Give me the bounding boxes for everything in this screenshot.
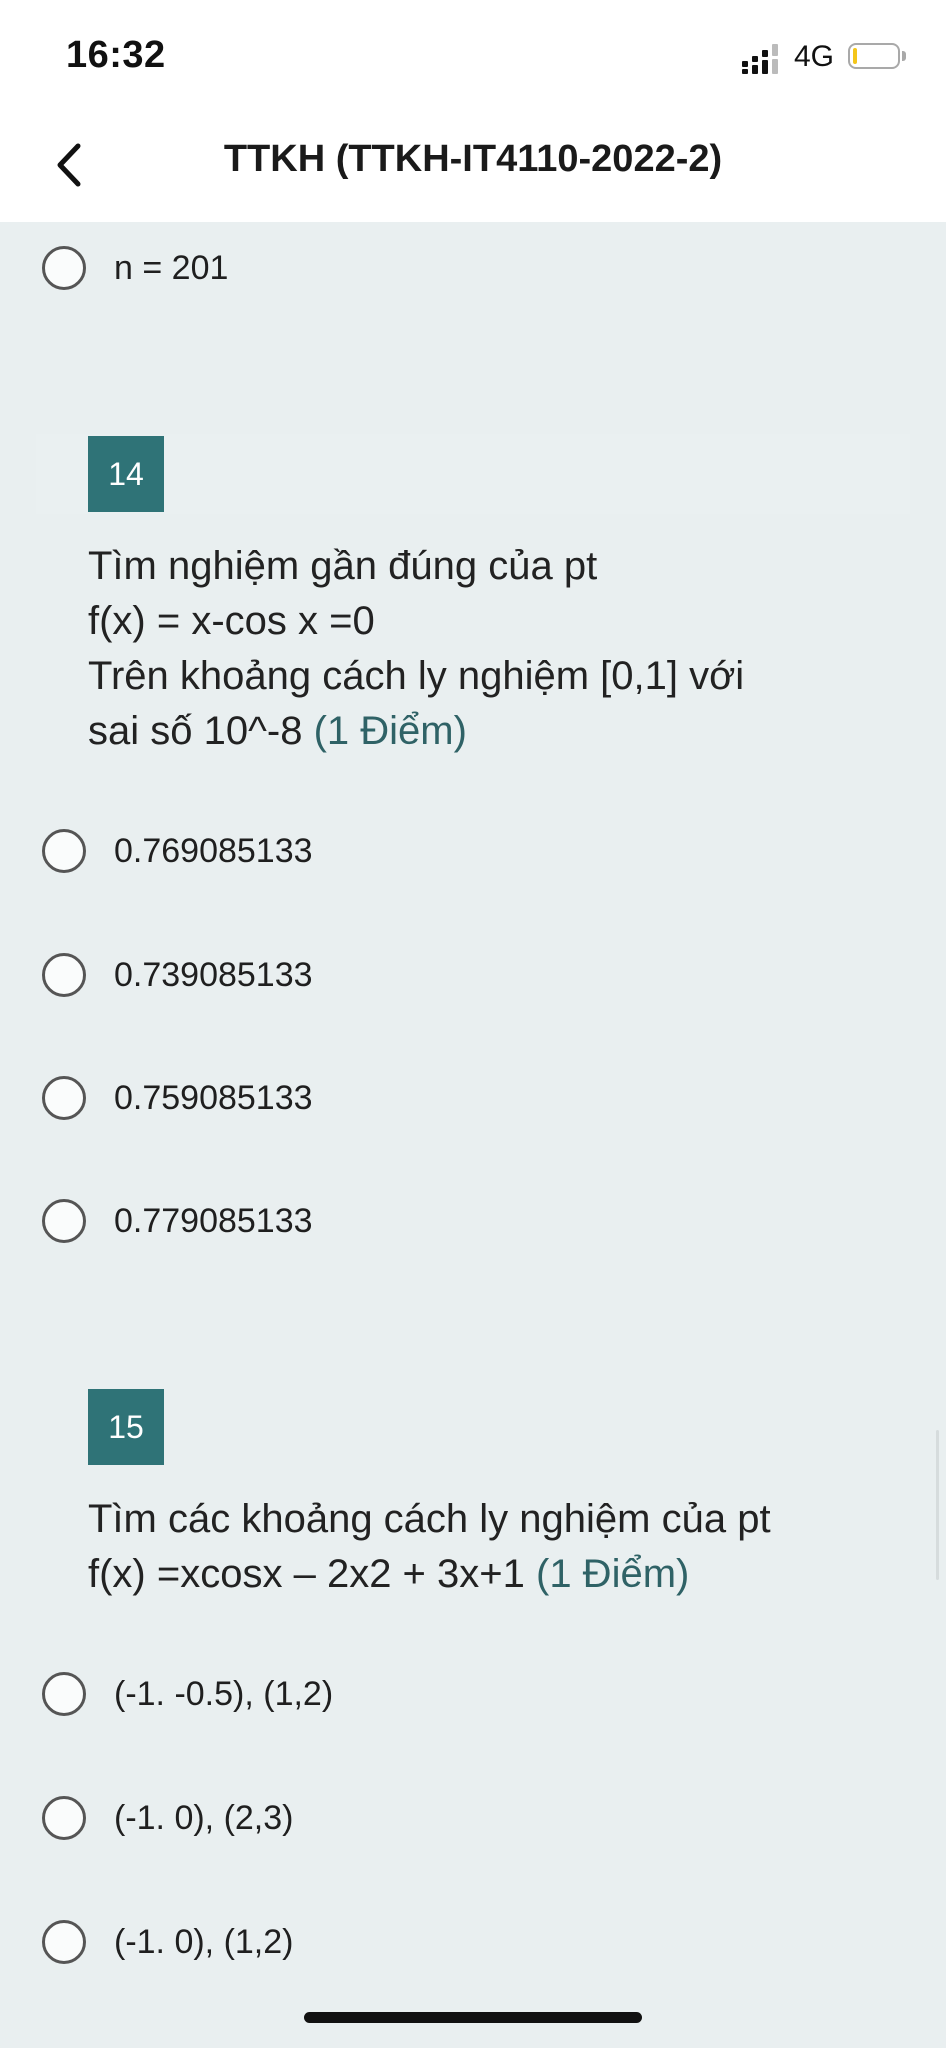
radio-button[interactable] [42, 246, 86, 290]
option-prev[interactable]: n = 201 [42, 238, 902, 298]
question-line: f(x) =xcosx – 2x2 + 3x+1 [88, 1552, 525, 1596]
question-card-14 [36, 434, 910, 514]
battery-tip [902, 51, 906, 61]
option-label: 0.739085133 [114, 955, 313, 994]
question-line: Trên khoảng cách ly nghiệm [0,1] với [88, 654, 745, 698]
question-line: Tìm nghiệm gần đúng của pt [88, 544, 598, 588]
question-line: Tìm các khoảng cách ly nghiệm của pt [88, 1497, 771, 1541]
question-text-14: Tìm nghiệm gần đúng của pt f(x) = x-cos … [88, 539, 888, 759]
page-title: TTKH (TTKH-IT4110-2022-2) [223, 138, 723, 180]
option-label: 0.769085133 [114, 831, 313, 870]
top-bar: 16:32 4G TTKH (TTKH-IT4110-2022-2) [0, 0, 946, 222]
signal-bars-icon [742, 44, 778, 74]
question-number-badge: 14 [88, 436, 164, 512]
home-indicator[interactable] [304, 2012, 642, 2023]
option-label: (-1. 0), (2,3) [114, 1798, 294, 1837]
option-14-b[interactable]: 0.739085133 [42, 945, 902, 1005]
question-line-last: sai số 10^-8 (1 Điểm) [88, 704, 888, 759]
form-content[interactable]: n = 201 14 Tìm nghiệm gần đúng của pt f(… [0, 222, 946, 2048]
option-label: 0.759085133 [114, 1078, 313, 1117]
status-time: 16:32 [66, 34, 166, 76]
radio-button[interactable] [42, 1199, 86, 1243]
question-points: (1 Điểm) [536, 1552, 690, 1596]
question-line: sai số 10^-8 [88, 709, 303, 753]
option-15-b[interactable]: (-1. 0), (2,3) [42, 1788, 902, 1848]
radio-button[interactable] [42, 1920, 86, 1964]
option-15-c[interactable]: (-1. 0), (1,2) [42, 1912, 902, 1972]
battery-icon [848, 43, 900, 69]
option-14-a[interactable]: 0.769085133 [42, 821, 902, 881]
radio-button[interactable] [42, 1672, 86, 1716]
question-points: (1 Điểm) [313, 709, 467, 753]
radio-button[interactable] [42, 829, 86, 873]
option-label: (-1. 0), (1,2) [114, 1922, 294, 1961]
option-label: 0.779085133 [114, 1201, 313, 1240]
question-number-badge: 15 [88, 1389, 164, 1465]
battery-fill [853, 48, 857, 64]
option-label: (-1. -0.5), (1,2) [114, 1674, 334, 1713]
question-line-last: f(x) =xcosx – 2x2 + 3x+1 (1 Điểm) [88, 1547, 888, 1602]
option-14-d[interactable]: 0.779085133 [42, 1191, 902, 1251]
radio-button[interactable] [42, 953, 86, 997]
option-label: n = 201 [114, 248, 229, 287]
question-text-15: Tìm các khoảng cách ly nghiệm của pt f(x… [88, 1492, 888, 1602]
radio-button[interactable] [42, 1076, 86, 1120]
option-15-a[interactable]: (-1. -0.5), (1,2) [42, 1664, 902, 1724]
network-type: 4G [794, 40, 835, 73]
option-14-c[interactable]: 0.759085133 [42, 1068, 902, 1128]
radio-button[interactable] [42, 1796, 86, 1840]
question-line: f(x) = x-cos x =0 [88, 599, 375, 643]
scrollbar-thumb[interactable] [936, 1430, 939, 1580]
